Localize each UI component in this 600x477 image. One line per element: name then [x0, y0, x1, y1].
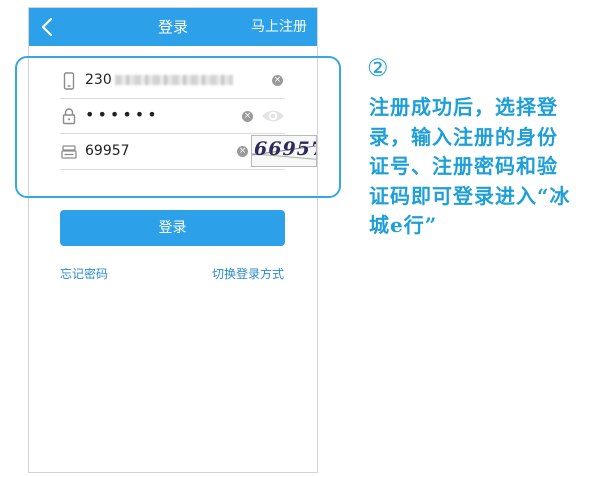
captcha-input-value[interactable]: 69957	[85, 143, 130, 159]
register-link[interactable]: 马上注册	[251, 8, 307, 46]
captcha-image-text: 66957	[254, 138, 316, 160]
keyboard-icon	[61, 145, 77, 159]
back-arrow-icon	[41, 17, 53, 37]
instruction-text: 注册成功后，选择登录，输入注册的身份证号、注册密码和验证码即可登录进入“冰城e行…	[369, 95, 571, 237]
captcha-image[interactable]: 66957	[251, 135, 317, 167]
forgot-password-link[interactable]: 忘记密码	[60, 265, 108, 282]
password-field[interactable]: •••••• ×	[60, 99, 285, 134]
nav-bar: 登录 马上注册	[29, 8, 317, 46]
lock-icon	[62, 108, 76, 125]
switch-login-method-link[interactable]: 切换登录方式	[212, 265, 284, 282]
clear-icon[interactable]: ×	[237, 146, 248, 157]
eye-icon[interactable]	[261, 108, 285, 124]
clear-icon[interactable]: ×	[272, 75, 283, 86]
password-value[interactable]: ••••••	[85, 105, 160, 124]
back-button[interactable]	[29, 8, 73, 46]
id-number-value[interactable]: 230	[85, 72, 233, 88]
phone-screen: 登录 马上注册 230 × •••••• × 69957 × 6695 登录 忘…	[28, 7, 318, 473]
id-number-field[interactable]: 230 ×	[60, 64, 285, 99]
captcha-field[interactable]: 69957 × 66957	[60, 135, 317, 170]
login-button[interactable]: 登录	[60, 210, 285, 246]
masked-digits	[114, 75, 233, 85]
step-number: ②	[367, 54, 389, 82]
phone-icon	[63, 72, 75, 90]
clear-icon[interactable]: ×	[242, 111, 253, 122]
